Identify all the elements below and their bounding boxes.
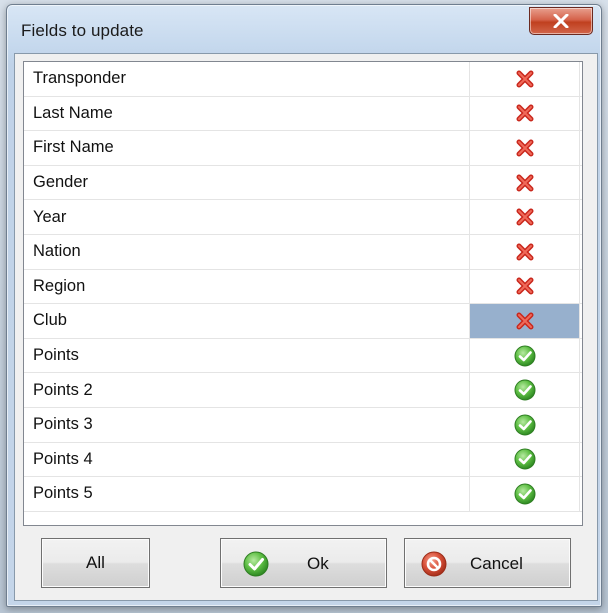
column-divider: [579, 165, 580, 200]
ok-button-label: Ok: [307, 554, 329, 573]
column-divider: [579, 200, 580, 234]
field-name: Points 3: [33, 415, 93, 434]
field-status-toggle[interactable]: [470, 270, 579, 304]
red-x-icon: [515, 276, 535, 296]
column-divider: [579, 477, 580, 511]
field-status-toggle[interactable]: [470, 97, 579, 131]
column-divider: [579, 442, 580, 477]
green-check-icon: [514, 483, 536, 505]
field-name: Transponder: [33, 69, 126, 88]
red-x-icon: [515, 138, 535, 158]
column-divider: [579, 235, 580, 269]
field-name: First Name: [33, 138, 114, 157]
field-name: Points 4: [33, 449, 93, 468]
green-check-icon: [514, 414, 536, 436]
close-button[interactable]: [529, 7, 593, 35]
field-status-toggle[interactable]: [470, 235, 579, 269]
close-icon: [553, 14, 569, 28]
column-divider: [579, 269, 580, 304]
field-status-toggle[interactable]: [470, 443, 579, 477]
field-row[interactable]: Last Name: [24, 96, 582, 132]
field-name: Gender: [33, 173, 89, 192]
ok-button[interactable]: Ok: [220, 538, 387, 588]
field-name: Points 5: [33, 484, 93, 503]
field-row[interactable]: Year: [24, 200, 582, 235]
field-row[interactable]: Club: [24, 304, 582, 339]
field-row[interactable]: Nation: [24, 235, 582, 270]
field-row[interactable]: Points 5: [24, 477, 582, 512]
red-x-icon: [515, 311, 535, 331]
field-status-toggle[interactable]: [470, 373, 579, 407]
field-status-toggle[interactable]: [470, 339, 579, 373]
column-divider: [579, 131, 580, 165]
field-name: Nation: [33, 242, 81, 261]
field-name: Year: [33, 207, 67, 226]
field-row[interactable]: Gender: [24, 165, 582, 201]
fields-grid: Transponder Last Name First Name Gender Year…: [23, 61, 583, 526]
cancel-icon: [421, 551, 447, 577]
all-button-label: All: [86, 553, 105, 572]
field-status-toggle[interactable]: [470, 304, 579, 338]
field-row[interactable]: Points 3: [24, 408, 582, 443]
column-divider: [579, 373, 580, 407]
field-status-toggle[interactable]: [470, 166, 579, 200]
field-name: Region: [33, 276, 86, 295]
cancel-button-label: Cancel: [470, 554, 523, 573]
field-row[interactable]: Points: [24, 338, 582, 374]
field-row[interactable]: Points 4: [24, 442, 582, 478]
column-divider: [579, 408, 580, 442]
field-row[interactable]: Region: [24, 269, 582, 305]
field-status-toggle[interactable]: [470, 477, 579, 511]
red-x-icon: [515, 207, 535, 227]
red-x-icon: [515, 103, 535, 123]
column-divider: [579, 96, 580, 131]
column-divider: [579, 304, 580, 338]
field-name: Points: [33, 346, 79, 365]
green-check-icon: [514, 345, 536, 367]
field-status-toggle[interactable]: [470, 200, 579, 234]
red-x-icon: [515, 69, 535, 89]
title-bar: Fields to update: [7, 5, 601, 57]
green-check-icon: [243, 551, 269, 577]
field-status-toggle[interactable]: [470, 408, 579, 442]
field-row[interactable]: Transponder: [24, 62, 582, 97]
field-name: Last Name: [33, 103, 113, 122]
red-x-icon: [515, 242, 535, 262]
field-row[interactable]: Points 2: [24, 373, 582, 408]
cancel-button[interactable]: Cancel: [404, 538, 571, 588]
green-check-icon: [514, 379, 536, 401]
all-button[interactable]: All: [41, 538, 150, 588]
dialog-client-area: Transponder Last Name First Name Gender Year…: [14, 53, 598, 601]
fields-to-update-dialog: Fields to update Transponder Last Name Fir…: [6, 4, 602, 607]
field-row[interactable]: First Name: [24, 131, 582, 166]
field-status-toggle[interactable]: [470, 62, 579, 96]
column-divider: [579, 338, 580, 373]
field-name: Points 2: [33, 380, 93, 399]
field-status-toggle[interactable]: [470, 131, 579, 165]
green-check-icon: [514, 448, 536, 470]
field-name: Club: [33, 311, 67, 330]
dialog-title: Fields to update: [21, 21, 144, 40]
column-divider: [579, 62, 580, 96]
red-x-icon: [515, 173, 535, 193]
